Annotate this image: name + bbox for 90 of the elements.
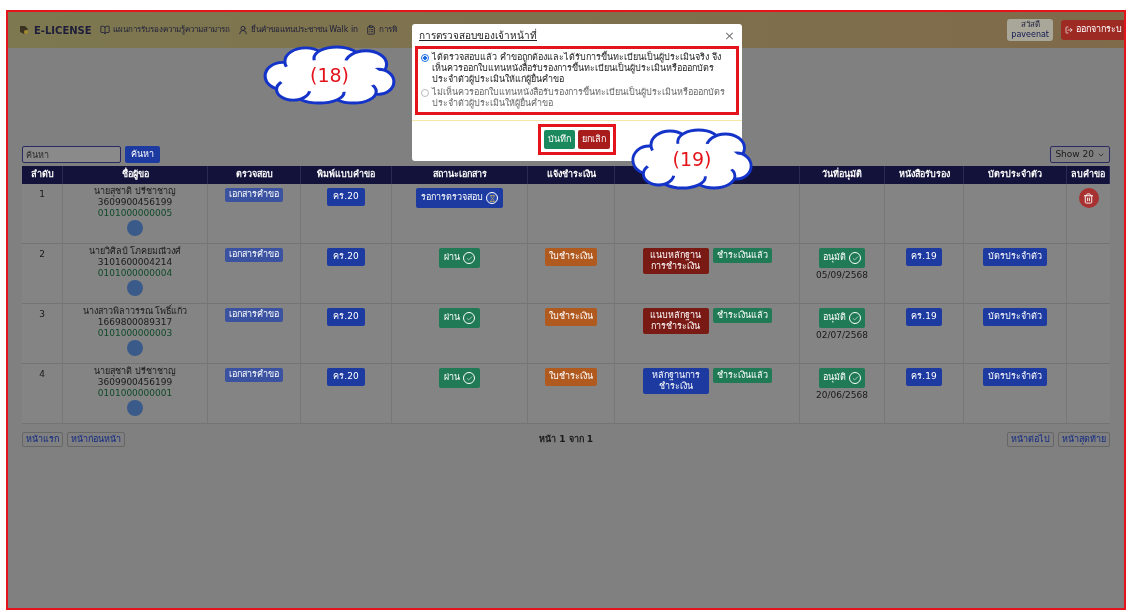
nav-link[interactable]: แผนการรับรองความรู้ความสามารถ: [99, 24, 230, 36]
avatar-placeholder: [127, 280, 143, 296]
column-header: แจ้งชำระเงิน: [546, 168, 596, 182]
search-field[interactable]: ค้นหา: [22, 146, 121, 163]
callout-number: (18): [310, 64, 349, 86]
user-icon: [237, 25, 248, 35]
clipboard-icon: [366, 25, 377, 35]
column-header: ชื่อผู้ขอ: [121, 168, 149, 182]
status-text: ผ่าน: [444, 251, 460, 265]
status-text: ผ่าน: [444, 371, 460, 385]
save-button[interactable]: บันทึก: [544, 130, 575, 149]
id-number: 3609900456199: [97, 197, 173, 208]
cancel-button[interactable]: ยกเลิก: [578, 130, 610, 149]
invoice-button[interactable]: ใบชำระเงิน: [545, 368, 597, 386]
payment-button[interactable]: แนบหลักฐานการชำระเงิน: [642, 248, 709, 274]
id-card-button[interactable]: บัตรประจำตัว: [983, 368, 1047, 386]
column-header: ลำดับ: [30, 168, 54, 182]
document-button[interactable]: เอกสารคำขอ: [225, 248, 283, 262]
book-icon: [99, 25, 110, 35]
invoice-button[interactable]: ใบชำระเงิน: [545, 248, 597, 266]
applicant-name: นางสาวพิลาวรรณ โพธิ์แก้ว: [82, 306, 188, 317]
row-index: 1: [39, 188, 45, 201]
column-header: ลบคำขอ: [1071, 168, 1105, 182]
hourglass-icon: [486, 192, 498, 204]
approval-date: 02/07/2568: [816, 329, 868, 342]
print-form-button[interactable]: คร.20: [327, 188, 365, 206]
print-form-button[interactable]: คร.20: [327, 368, 365, 386]
logo-icon: [18, 24, 30, 36]
username-text: paveenat: [1011, 30, 1049, 40]
avatar-placeholder: [127, 340, 143, 356]
payment-button[interactable]: หลักฐานการชำระเงิน: [642, 368, 709, 394]
status-text: ผ่าน: [444, 311, 460, 325]
brand-name: E-LICENSE: [34, 23, 92, 38]
row-index: 2: [39, 248, 45, 261]
id-number: 3101600004214: [97, 257, 173, 268]
applicant-name: นายวิศิลป์ โภคยมณีวงศ์: [88, 246, 182, 257]
applicant-code: 0101000000001: [97, 388, 173, 399]
certificate-button[interactable]: คร.19: [906, 248, 942, 266]
radio-button[interactable]: [421, 89, 429, 97]
logout-icon: [1065, 26, 1073, 34]
avatar-placeholder: [127, 220, 143, 236]
column-header: พิมพ์แบบคำขอ: [317, 168, 375, 182]
approval-date: 05/09/2568: [816, 269, 868, 282]
document-button[interactable]: เอกสารคำขอ: [225, 368, 283, 382]
certificate-button[interactable]: คร.19: [906, 308, 942, 326]
delete-button[interactable]: [1078, 188, 1099, 208]
greeting-text: สวัสดี: [1020, 20, 1040, 30]
approved-text: อนุมัติ: [823, 251, 846, 265]
logout-button[interactable]: ออกจากระบ: [1061, 20, 1124, 40]
payment-button[interactable]: ชำระเงินแล้ว: [712, 248, 772, 263]
approved-text: อนุมัติ: [823, 311, 846, 325]
search-button[interactable]: ค้นหา: [125, 146, 160, 163]
applicant-name: นายสุชาติ ปรีชาชาญ: [94, 186, 176, 197]
trash-icon: [1083, 192, 1094, 204]
option-label: ได้ตรวจสอบแล้ว คำขอถูกต้องและได้รับการขึ้นทะเบียนเป็นผู้ประเมินจริง จึงเห็นควรออกใบแทนหนังสือรับรองการขึ้นทะเบียนเป็นผู้ประเมินหรือออกบัตรประจำตัวผู้ประเมินให้แก่ผู้ยื่นคำขอ: [432, 52, 721, 85]
close-button[interactable]: ×: [724, 28, 735, 42]
certificate-button[interactable]: คร.19: [906, 368, 942, 386]
payment-button[interactable]: ชำระเงินแล้ว: [712, 368, 772, 383]
payment-button[interactable]: แนบหลักฐานการชำระเงิน: [642, 308, 709, 334]
avatar-placeholder: [127, 400, 143, 416]
dialog-title: การตรวจสอบของเจ้าหน้าที่: [419, 27, 537, 43]
print-form-button[interactable]: คร.20: [327, 308, 365, 326]
status-text: รอการตรวจสอบ: [421, 191, 483, 205]
id-number: 3609900456199: [97, 377, 173, 388]
print-form-button[interactable]: คร.20: [327, 248, 365, 266]
column-header: สถานะเอกสาร: [432, 168, 487, 182]
invoice-button[interactable]: ใบชำระเงิน: [545, 308, 597, 326]
applicant-code: 0101000000005: [97, 208, 173, 219]
column-header: วันที่อนุมัติ: [822, 168, 862, 182]
page-info: หน้า 1 จาก 1: [539, 432, 593, 446]
id-card-button[interactable]: บัตรประจำตัว: [983, 308, 1047, 326]
applicant-name: นายสุชาติ ปรีชาชาญ: [94, 366, 176, 377]
row-index: 3: [39, 308, 45, 321]
applicant-code: 0101000000004: [97, 268, 173, 279]
row-index: 4: [39, 368, 45, 381]
id-number: 1669800089317: [97, 317, 173, 328]
nav-link[interactable]: ยื่นคำขอแทนประชาชน Walk in: [237, 24, 359, 36]
callout-number: (19): [672, 148, 712, 170]
column-header: บัตรประจำตัว: [988, 168, 1042, 182]
page-size-select[interactable]: Show 20: [1050, 146, 1110, 163]
document-button[interactable]: เอกสารคำขอ: [225, 188, 283, 202]
document-button[interactable]: เอกสารคำขอ: [225, 308, 283, 322]
approved-text: อนุมัติ: [823, 371, 846, 385]
approval-date: 20/06/2568: [816, 389, 868, 402]
column-header: ตรวจสอบ: [235, 168, 273, 182]
applicant-code: 0101000000003: [97, 328, 173, 339]
id-card-button[interactable]: บัตรประจำตัว: [983, 248, 1047, 266]
payment-button[interactable]: ชำระเงินแล้ว: [712, 308, 772, 323]
column-header: หนังสือรับรอง: [898, 168, 950, 182]
radio-button[interactable]: [421, 54, 429, 62]
